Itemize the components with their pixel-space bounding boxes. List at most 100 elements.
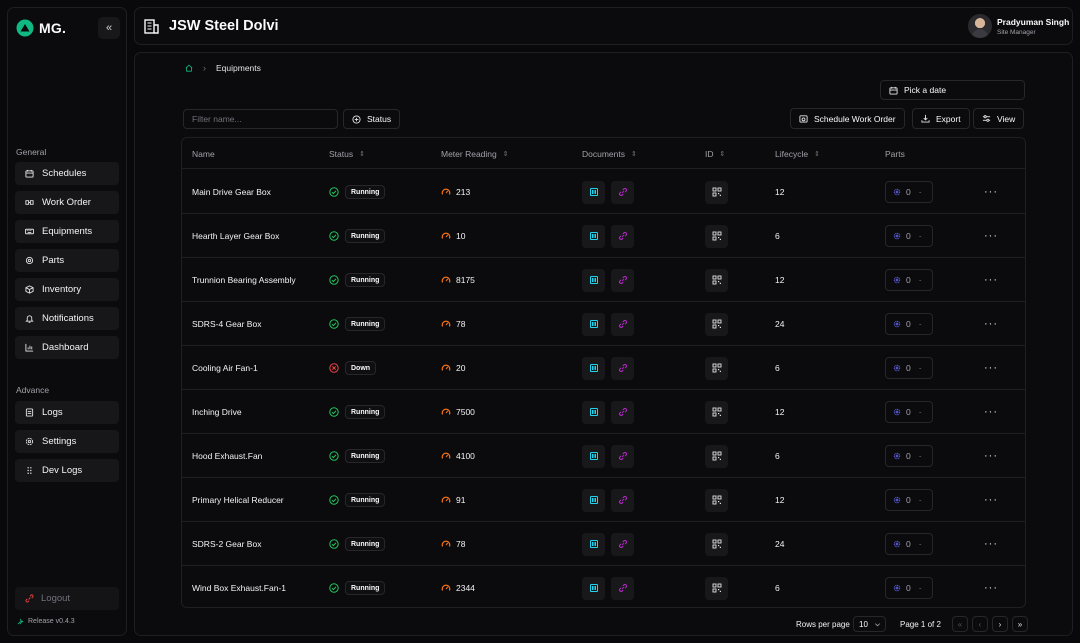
link-icon[interactable] [611, 576, 634, 600]
export-button[interactable]: Export [912, 108, 970, 129]
sidebar-item-logs[interactable]: Logs [15, 401, 119, 424]
parts-selector[interactable]: 0 · [885, 489, 933, 511]
document-library-icon[interactable] [582, 488, 605, 512]
sidebar-item-work-order[interactable]: Work Order [15, 191, 119, 214]
table-row[interactable]: Hearth Layer Gear Box Running 10 6 0 · ··· [182, 214, 1025, 258]
qr-code-icon[interactable] [705, 488, 728, 512]
document-library-icon[interactable] [582, 268, 605, 292]
table-row[interactable]: Hood Exhaust.Fan Running 4100 6 0 · ··· [182, 434, 1025, 478]
parts-selector[interactable]: 0 · [885, 181, 933, 203]
document-library-icon[interactable] [582, 532, 605, 556]
sidebar-item-schedules[interactable]: Schedules [15, 162, 119, 185]
column-header-lifecycle[interactable]: Lifecycle ⇕ [775, 149, 820, 159]
qr-code-icon[interactable] [705, 356, 728, 380]
equipment-name[interactable]: Inching Drive [192, 390, 242, 434]
link-icon[interactable] [611, 356, 634, 380]
more-horizontal-icon[interactable]: ··· [984, 274, 998, 286]
parts-selector[interactable]: 0 · [885, 401, 933, 423]
sidebar-item-dev-logs[interactable]: Dev Logs [15, 459, 119, 482]
previous-page-button[interactable]: ‹ [972, 616, 988, 632]
collapse-sidebar-button[interactable]: « [98, 17, 120, 39]
qr-code-icon[interactable] [705, 400, 728, 424]
more-horizontal-icon[interactable]: ··· [984, 318, 998, 330]
last-page-button[interactable]: » [1012, 616, 1028, 632]
link-icon[interactable] [611, 268, 634, 292]
table-row[interactable]: Primary Helical Reducer Running 91 12 0 · ··· [182, 478, 1025, 522]
first-page-button[interactable]: « [952, 616, 968, 632]
sidebar-item-dashboard[interactable]: Dashboard [15, 336, 119, 359]
equipment-name[interactable]: Wind Box Exhaust.Fan-1 [192, 566, 286, 607]
parts-selector[interactable]: 0 · [885, 225, 933, 247]
more-horizontal-icon[interactable]: ··· [984, 494, 998, 506]
link-icon[interactable] [611, 532, 634, 556]
parts-selector[interactable]: 0 · [885, 445, 933, 467]
qr-code-icon[interactable] [705, 312, 728, 336]
link-icon[interactable] [611, 400, 634, 424]
more-horizontal-icon[interactable]: ··· [984, 450, 998, 462]
document-library-icon[interactable] [582, 224, 605, 248]
document-library-icon[interactable] [582, 444, 605, 468]
link-icon[interactable] [611, 312, 634, 336]
more-horizontal-icon[interactable]: ··· [984, 538, 998, 550]
next-page-button[interactable]: › [992, 616, 1008, 632]
breadcrumb-current[interactable]: Equipments [216, 63, 261, 73]
sidebar-item-parts[interactable]: Parts [15, 249, 119, 272]
equipment-name[interactable]: Main Drive Gear Box [192, 170, 271, 214]
equipment-name[interactable]: Hood Exhaust.Fan [192, 434, 262, 478]
avatar[interactable] [968, 14, 992, 38]
document-library-icon[interactable] [582, 180, 605, 204]
column-header-meter-reading[interactable]: Meter Reading ⇕ [441, 149, 509, 159]
rows-per-page-select[interactable]: 10 [853, 616, 886, 632]
link-icon[interactable] [611, 224, 634, 248]
more-horizontal-icon[interactable]: ··· [984, 362, 998, 374]
equipment-name[interactable]: Hearth Layer Gear Box [192, 214, 279, 258]
filter-name-input[interactable] [183, 109, 338, 129]
parts-selector[interactable]: 0 · [885, 313, 933, 335]
logout-button[interactable]: Logout [15, 587, 119, 610]
parts-selector[interactable]: 0 · [885, 533, 933, 555]
link-icon[interactable] [611, 488, 634, 512]
document-library-icon[interactable] [582, 312, 605, 336]
equipment-name[interactable]: Primary Helical Reducer [192, 478, 284, 522]
status-filter-button[interactable]: Status [343, 109, 401, 129]
link-icon[interactable] [611, 444, 634, 468]
table-row[interactable]: Main Drive Gear Box Running 213 12 0 · ··· [182, 170, 1025, 214]
table-row[interactable]: Trunnion Bearing Assembly Running 8175 12 0 ·… [182, 258, 1025, 302]
date-picker-button[interactable]: Pick a date [880, 80, 1025, 100]
equipment-name[interactable]: Trunnion Bearing Assembly [192, 258, 296, 302]
column-header-name[interactable]: Name [192, 149, 215, 159]
link-icon[interactable] [611, 180, 634, 204]
document-library-icon[interactable] [582, 576, 605, 600]
column-header-id[interactable]: ID ⇕ [705, 149, 725, 159]
equipment-name[interactable]: SDRS-4 Gear Box [192, 302, 261, 346]
table-row[interactable]: SDRS-2 Gear Box Running 78 24 0 · ··· [182, 522, 1025, 566]
parts-selector[interactable]: 0 · [885, 577, 933, 599]
schedule-work-order-button[interactable]: Schedule Work Order [790, 108, 905, 129]
more-horizontal-icon[interactable]: ··· [984, 186, 998, 198]
qr-code-icon[interactable] [705, 224, 728, 248]
qr-code-icon[interactable] [705, 180, 728, 204]
sidebar-item-settings[interactable]: Settings [15, 430, 119, 453]
more-horizontal-icon[interactable]: ··· [984, 582, 998, 594]
parts-selector[interactable]: 0 · [885, 269, 933, 291]
qr-code-icon[interactable] [705, 576, 728, 600]
parts-selector[interactable]: 0 · [885, 357, 933, 379]
document-library-icon[interactable] [582, 400, 605, 424]
table-row[interactable]: Inching Drive Running 7500 12 0 · ··· [182, 390, 1025, 434]
qr-code-icon[interactable] [705, 268, 728, 292]
home-icon[interactable] [185, 64, 193, 72]
table-row[interactable]: Wind Box Exhaust.Fan-1 Running 2344 6 0 · ··· [182, 566, 1025, 607]
view-options-button[interactable]: View [973, 108, 1025, 129]
qr-code-icon[interactable] [705, 444, 728, 468]
qr-code-icon[interactable] [705, 532, 728, 556]
table-row[interactable]: SDRS-4 Gear Box Running 78 24 0 · ··· [182, 302, 1025, 346]
table-row[interactable]: Cooling Air Fan-1 Down 20 6 0 · ··· [182, 346, 1025, 390]
sidebar-item-notifications[interactable]: Notifications [15, 307, 119, 330]
equipment-name[interactable]: SDRS-2 Gear Box [192, 522, 261, 566]
column-header-documents[interactable]: Documents ⇕ [582, 149, 637, 159]
equipment-name[interactable]: Cooling Air Fan-1 [192, 346, 258, 390]
brand[interactable]: MG. [16, 18, 66, 38]
column-header-status[interactable]: Status ⇕ [329, 149, 365, 159]
sidebar-item-equipments[interactable]: Equipments [15, 220, 119, 243]
more-horizontal-icon[interactable]: ··· [984, 406, 998, 418]
